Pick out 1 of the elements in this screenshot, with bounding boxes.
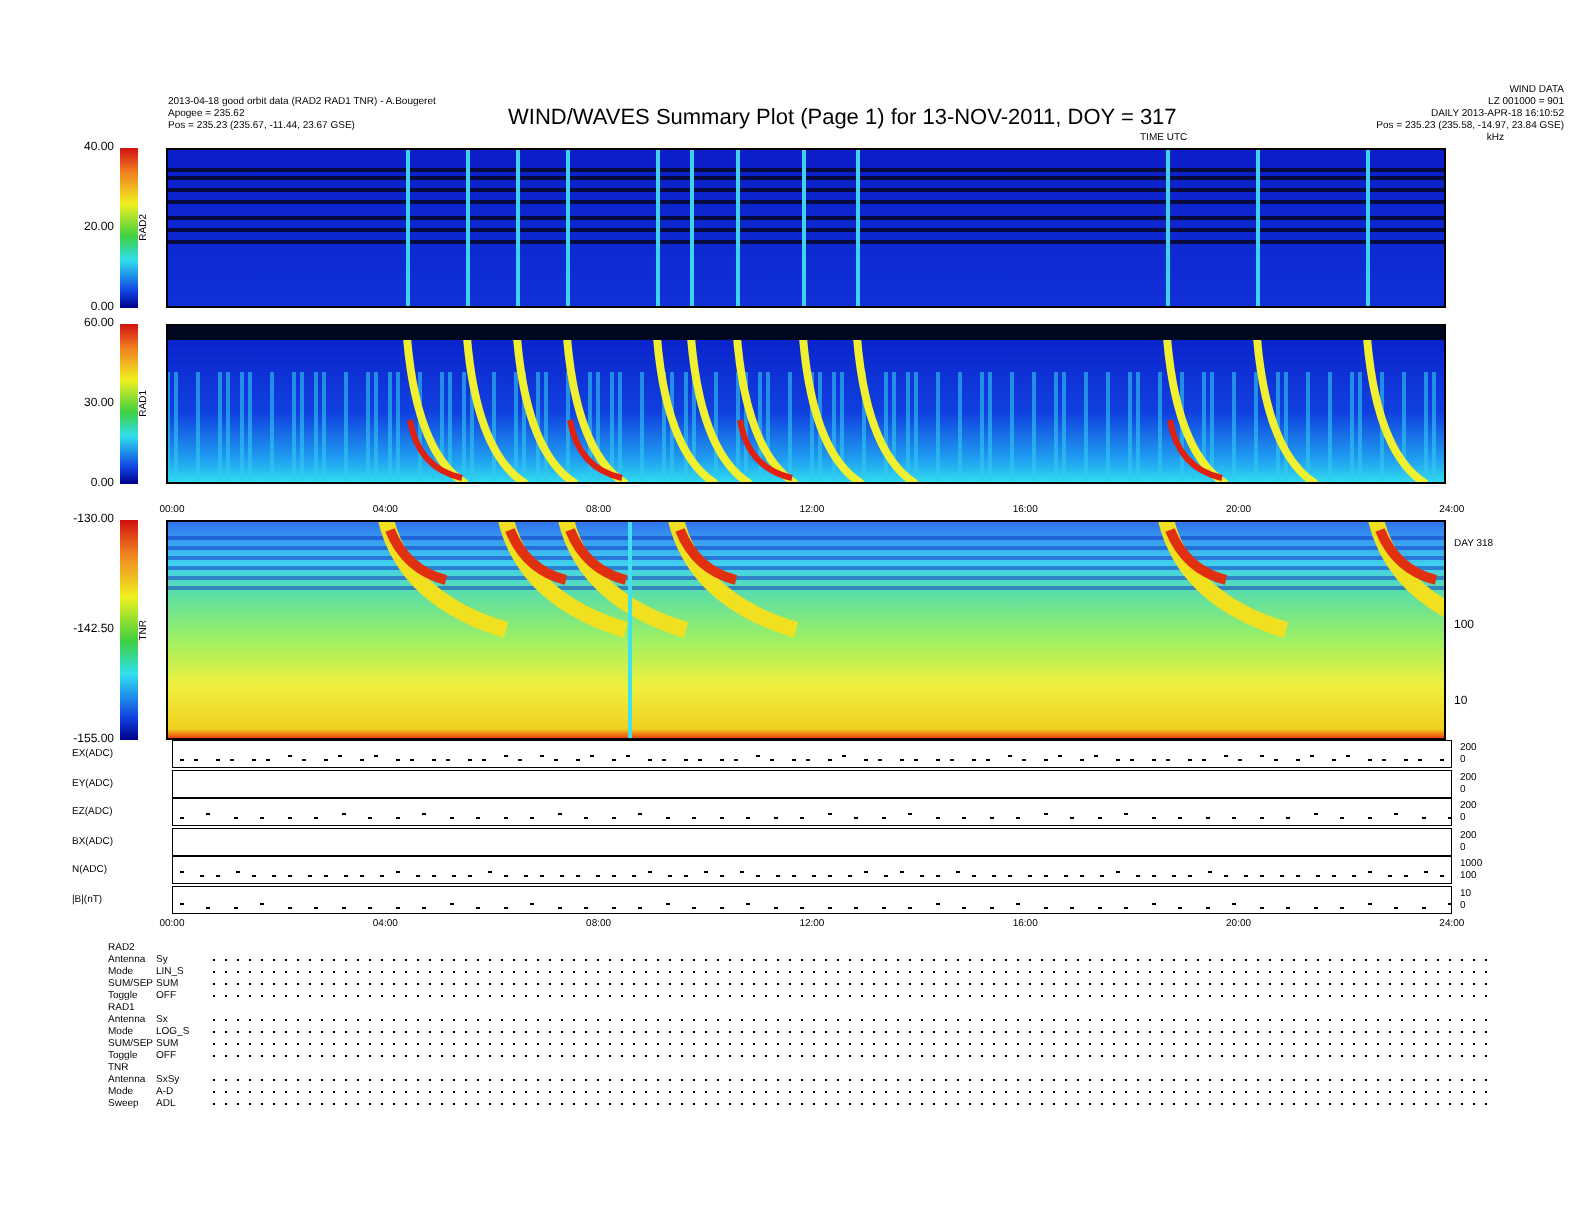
plot-title: WIND/WAVES Summary Plot (Page 1) for 13-NOV-2011, DOY = 317 [508, 106, 1179, 132]
